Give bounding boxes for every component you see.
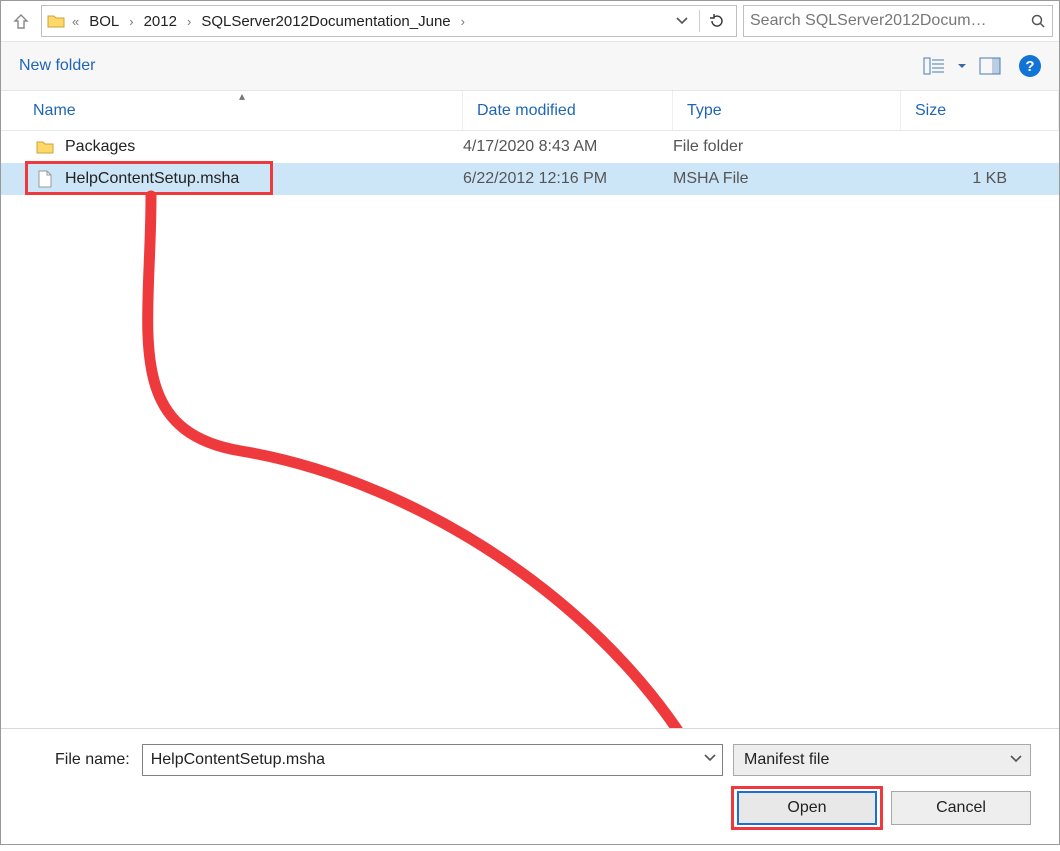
caret-down-icon — [957, 61, 967, 71]
open-button[interactable]: Open — [737, 791, 877, 825]
search-input[interactable]: Search SQLServer2012Docum… — [743, 5, 1053, 37]
sort-indicator-icon: ▴ — [239, 89, 245, 103]
file-size: 1 KB — [901, 170, 1059, 188]
filename-input[interactable]: HelpContentSetup.msha — [142, 744, 723, 776]
details-view-icon — [923, 57, 945, 75]
chevron-down-icon[interactable] — [704, 752, 716, 764]
help-button[interactable]: ? — [1019, 55, 1041, 77]
divider — [699, 10, 700, 32]
column-header-type[interactable]: Type — [673, 91, 901, 130]
search-icon[interactable] — [1030, 13, 1046, 29]
file-type: File folder — [673, 138, 901, 156]
column-header-size[interactable]: Size — [901, 91, 1059, 130]
file-name: HelpContentSetup.msha — [65, 170, 239, 188]
filename-label: File name: — [55, 751, 132, 769]
chevron-down-icon — [676, 15, 688, 27]
cancel-button[interactable]: Cancel — [891, 791, 1031, 825]
refresh-button[interactable] — [702, 13, 732, 29]
arrow-up-icon — [12, 12, 30, 30]
refresh-icon — [709, 13, 725, 29]
file-type-filter-value: Manifest file — [744, 751, 829, 769]
column-header-date[interactable]: Date modified — [463, 91, 673, 130]
history-dropdown-button[interactable] — [667, 15, 697, 27]
chevron-right-icon[interactable]: › — [457, 14, 469, 29]
file-name: Packages — [65, 138, 135, 156]
column-headers: ▴ Name Date modified Type Size — [1, 91, 1059, 131]
chevron-right-icon[interactable]: › — [125, 14, 137, 29]
file-date: 4/17/2020 8:43 AM — [463, 138, 673, 156]
file-row[interactable]: Packages 4/17/2020 8:43 AM File folder — [1, 131, 1059, 163]
column-header-name[interactable]: Name — [1, 91, 463, 130]
view-dropdown-button[interactable] — [953, 49, 971, 83]
preview-pane-button[interactable] — [971, 49, 1009, 83]
open-button-label: Open — [787, 799, 826, 817]
help-icon: ? — [1025, 58, 1034, 75]
breadcrumb-item[interactable]: 2012 — [140, 11, 181, 32]
chevron-down-icon — [1010, 753, 1022, 765]
address-bar-controls — [667, 10, 732, 32]
new-folder-button[interactable]: New folder — [19, 57, 95, 75]
chevron-right-icon[interactable]: › — [183, 14, 195, 29]
breadcrumb-overflow[interactable]: « — [68, 14, 83, 29]
breadcrumb-address-bar[interactable]: « BOL › 2012 › SQLServer2012Documentatio… — [41, 5, 737, 37]
change-view-button[interactable] — [915, 49, 953, 83]
breadcrumb-item[interactable]: BOL — [85, 11, 123, 32]
file-type-filter[interactable]: Manifest file — [733, 744, 1031, 776]
filename-value: HelpContentSetup.msha — [151, 751, 325, 769]
up-one-level-button[interactable] — [7, 5, 35, 37]
dialog-footer: File name: HelpContentSetup.msha Manifes… — [1, 728, 1059, 844]
file-icon — [35, 169, 55, 189]
folder-icon — [46, 11, 66, 31]
file-list: Packages 4/17/2020 8:43 AM File folder H… — [1, 131, 1059, 699]
cancel-button-label: Cancel — [936, 799, 986, 817]
preview-pane-icon — [979, 57, 1001, 75]
breadcrumb-item[interactable]: SQLServer2012Documentation_June — [197, 11, 454, 32]
address-search-bar: « BOL › 2012 › SQLServer2012Documentatio… — [1, 1, 1059, 41]
file-date: 6/22/2012 12:16 PM — [463, 170, 673, 188]
file-type: MSHA File — [673, 170, 901, 188]
dialog-toolbar: New folder ? — [1, 41, 1059, 91]
file-row[interactable]: HelpContentSetup.msha 6/22/2012 12:16 PM… — [1, 163, 1059, 195]
search-placeholder: Search SQLServer2012Docum… — [750, 12, 1030, 30]
folder-icon — [35, 137, 55, 157]
